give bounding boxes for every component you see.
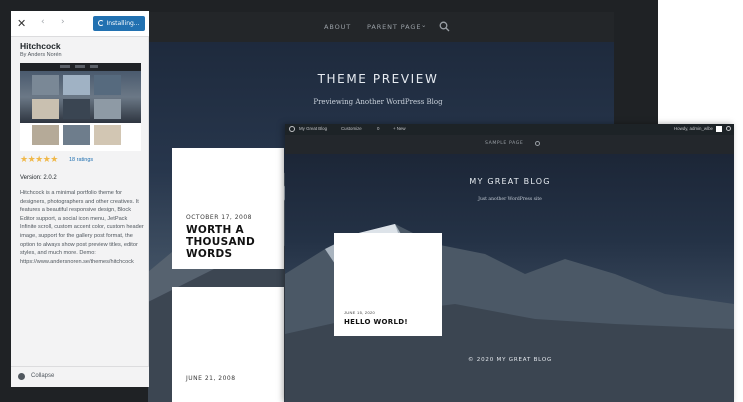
theme-version: Version: 2.0.2 (20, 175, 57, 181)
post-date: OCTOBER 17, 2008 (186, 214, 253, 221)
admin-customize[interactable]: Customize (341, 126, 362, 131)
customizer-sidebar: ✕ ‹ › Installing... Hitchcock By Anders … (11, 11, 149, 387)
admin-bar: My Great Blog Customize 0 + New Howdy, a… (285, 124, 734, 135)
admin-howdy[interactable]: Howdy, admin_wlbe (674, 126, 713, 131)
installing-label: Installing... (106, 20, 140, 27)
search-icon[interactable] (535, 141, 540, 146)
star-rating: ★★★★★ (20, 155, 58, 165)
post-date: JUNE 15, 2020 (344, 310, 376, 315)
close-icon[interactable]: ✕ (17, 17, 26, 30)
screenshot-nav (20, 63, 141, 71)
theme-description: Hitchcock is a minimal portfolio theme f… (20, 190, 144, 265)
post-card[interactable]: JUNE 21, 2008 (172, 287, 284, 402)
back-site-title: THEME PREVIEW (317, 72, 439, 86)
admin-site-name[interactable]: My Great Blog (299, 126, 327, 131)
post-card[interactable]: OCTOBER 17, 2008 WORTH A THOUSAND WORDS (172, 148, 284, 269)
nav-parent-page[interactable]: PARENT PAGE (367, 23, 421, 31)
screenshot-stage: ABOUT PARENT PAGE ⌄ THEME PREVIEW Previe… (0, 0, 743, 402)
collapse-icon (18, 373, 25, 380)
post-date: JUNE 21, 2008 (186, 375, 236, 382)
search-icon[interactable] (439, 21, 450, 32)
front-site-tagline: Just another WordPress site (478, 197, 542, 202)
forward-icon[interactable]: › (61, 17, 65, 27)
theme-name: Hitchcock (20, 41, 61, 51)
back-site-tagline: Previewing Another WordPress Blog (313, 98, 443, 106)
admin-search-icon[interactable] (726, 126, 731, 131)
post-title[interactable]: HELLO WORLD! (344, 318, 408, 326)
admin-new[interactable]: + New (393, 126, 406, 131)
nav-about[interactable]: ABOUT (324, 23, 351, 31)
spinner-icon (98, 20, 105, 26)
post-title[interactable]: WORTH A THOUSAND WORDS (186, 224, 281, 260)
front-preview-window: My Great Blog Customize 0 + New Howdy, a… (285, 124, 734, 402)
post-card[interactable]: JUNE 15, 2020 HELLO WORLD! (334, 233, 442, 336)
ratings-link[interactable]: 18 ratings (69, 157, 93, 163)
sidebar-header: ✕ ‹ › Installing... (11, 11, 149, 37)
nav-sample-page[interactable]: SAMPLE PAGE (485, 141, 523, 146)
admin-comments-count[interactable]: 0 (377, 126, 379, 131)
front-site-title: MY GREAT BLOG (469, 177, 551, 186)
theme-author: By Anders Norén (20, 52, 62, 58)
collapse-label: Collapse (31, 373, 55, 379)
back-icon[interactable]: ‹ (41, 17, 45, 27)
back-site-nav: ABOUT PARENT PAGE ⌄ (148, 12, 614, 42)
installing-button[interactable]: Installing... (93, 16, 145, 31)
front-site-nav: SAMPLE PAGE (285, 135, 734, 154)
front-hero-image: MY GREAT BLOG Just another WordPress sit… (285, 154, 734, 402)
avatar[interactable] (716, 126, 722, 132)
theme-screenshot (20, 63, 141, 151)
site-footer: © 2020 MY GREAT BLOG (467, 357, 553, 363)
wordpress-logo-icon[interactable] (289, 126, 295, 132)
chevron-down-icon: ⌄ (421, 21, 428, 29)
collapse-button[interactable]: Collapse (11, 366, 149, 387)
